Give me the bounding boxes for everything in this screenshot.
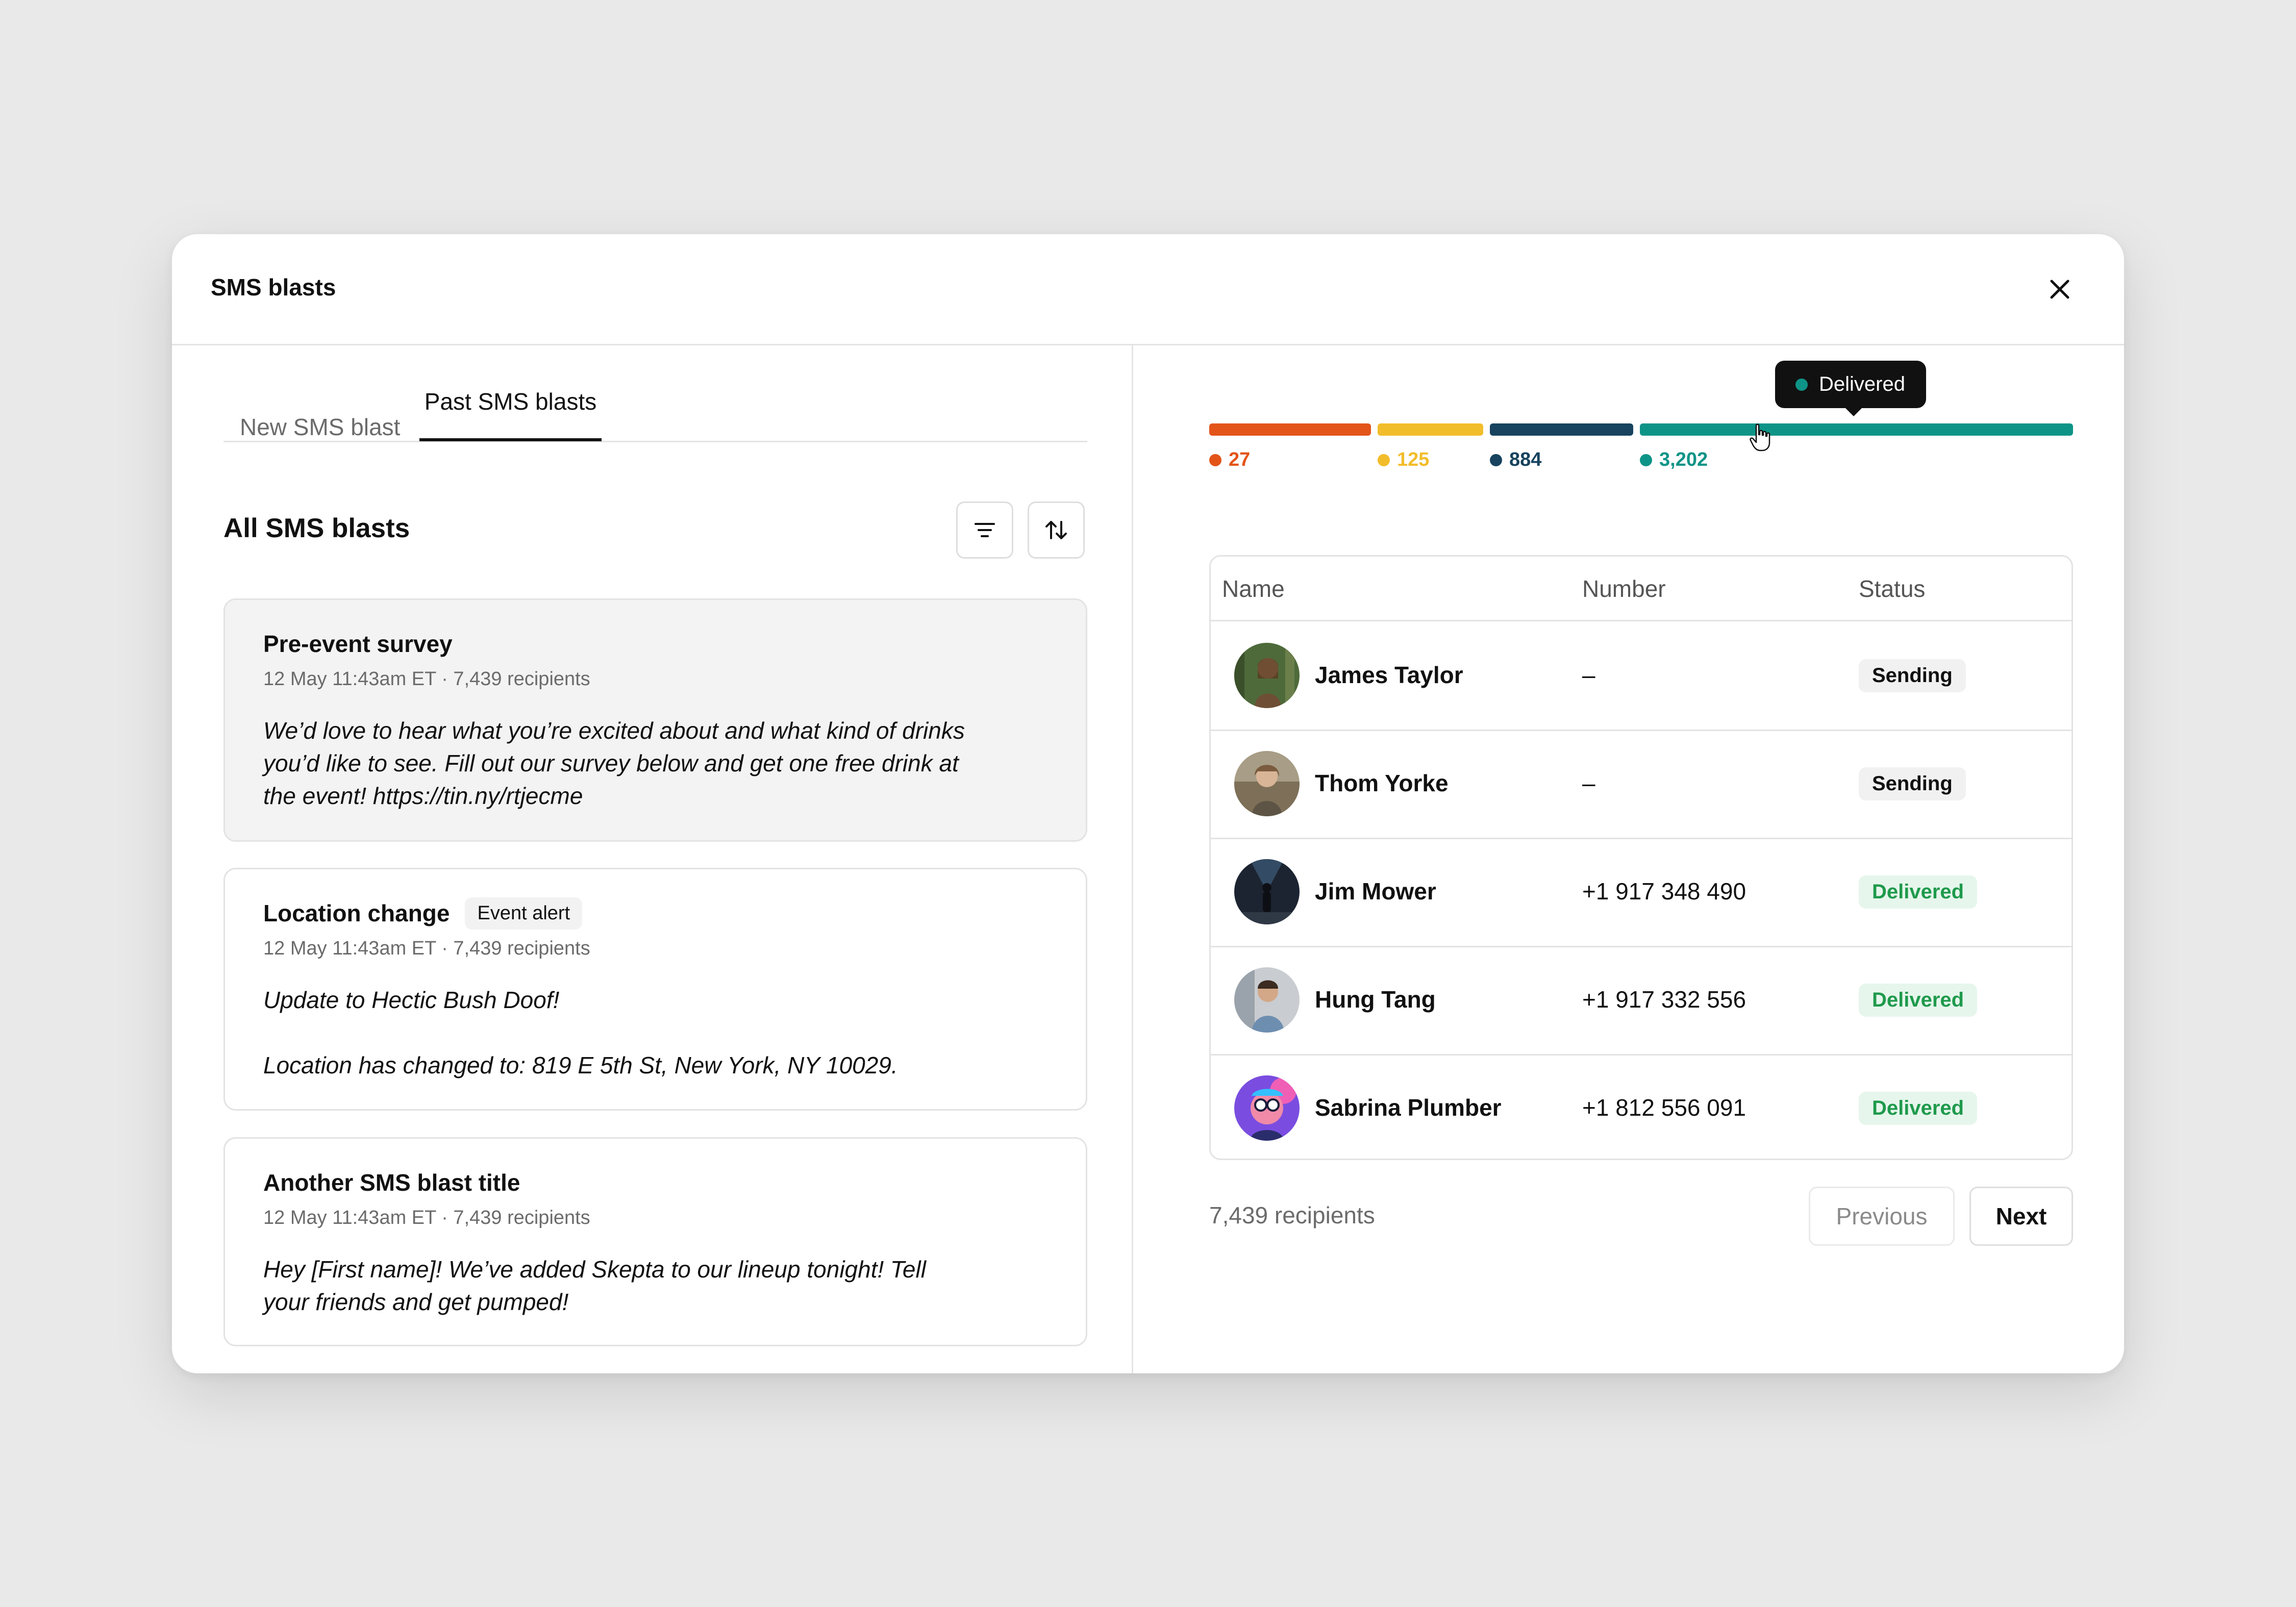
card-message: Hey [First name]! We’ve added Skepta to …	[263, 1253, 1047, 1318]
column-header-status[interactable]: Status	[1859, 575, 1925, 602]
panel-divider	[1132, 344, 1133, 1373]
tab-new-sms-blast[interactable]: New SMS blast	[240, 401, 403, 469]
recipient-name: Sabrina Plumber	[1315, 1094, 1502, 1121]
legend-item: 27	[1209, 449, 1250, 471]
modal-title: SMS blasts	[211, 274, 336, 300]
recipient-name: Hung Tang	[1315, 986, 1436, 1013]
sms-blast-card[interactable]: Pre-event survey 12 May 11:43am ET · 7,4…	[223, 598, 1087, 842]
tooltip-dot	[1795, 378, 1808, 391]
card-title-text: Another SMS blast title	[263, 1169, 520, 1196]
recipient-number: +1 917 332 556	[1582, 986, 1746, 1013]
status-badge: Delivered	[1859, 1092, 1978, 1125]
card-title: Location change Event alert	[263, 897, 1047, 930]
card-meta: 12 May 11:43am ET · 7,439 recipients	[263, 938, 590, 959]
recipient-name: Jim Mower	[1315, 878, 1436, 905]
legend-dot	[1490, 454, 1502, 466]
recipient-number: –	[1582, 770, 1595, 796]
card-message-line: We’d love to hear what you’re excited ab…	[263, 717, 965, 809]
tab-past-sms-blasts[interactable]: Past SMS blasts	[419, 390, 602, 441]
legend-dot	[1640, 454, 1652, 466]
bar-segment-failed[interactable]	[1209, 423, 1371, 436]
column-header-number[interactable]: Number	[1582, 575, 1666, 602]
recipient-number: +1 917 348 490	[1582, 878, 1746, 905]
avatar	[1234, 859, 1300, 924]
close-icon	[2050, 280, 2069, 299]
table-header: Name Number Status	[1211, 557, 2072, 621]
legend-value: 3,202	[1659, 449, 1708, 470]
previous-button[interactable]: Previous	[1809, 1187, 1955, 1246]
card-title-text: Pre-event survey	[263, 631, 453, 657]
bar-segment-sending[interactable]	[1490, 423, 1633, 436]
card-message: Update to Hectic Bush Doof! Location has…	[263, 984, 1047, 1082]
next-button[interactable]: Next	[1969, 1187, 2073, 1246]
sort-arrows-icon	[1045, 521, 1067, 539]
sms-blast-card[interactable]: Another SMS blast title 12 May 11:43am E…	[223, 1137, 1087, 1346]
card-meta: 12 May 11:43am ET · 7,439 recipients	[263, 668, 590, 690]
event-alert-badge: Event alert	[465, 897, 583, 930]
card-message-line: Hey [First name]! We’ve added Skepta to …	[263, 1256, 926, 1315]
recipient-name: Thom Yorke	[1315, 770, 1449, 796]
status-badge: Sending	[1859, 767, 1966, 800]
recipients-table: Name Number Status James Taylor – Sendin…	[1209, 555, 2073, 1160]
table-row[interactable]: Thom Yorke – Sending	[1211, 730, 2072, 839]
filter-button[interactable]	[956, 501, 1013, 559]
card-message-line: Update to Hectic Bush Doof!	[263, 987, 560, 1013]
table-row[interactable]: Hung Tang +1 917 332 556 Delivered	[1211, 946, 2072, 1056]
recipient-number: +1 812 556 091	[1582, 1094, 1746, 1121]
legend-item: 125	[1378, 449, 1429, 471]
recipient-number: –	[1582, 662, 1595, 688]
card-title: Pre-event survey	[263, 629, 1047, 659]
sort-button[interactable]	[1028, 501, 1085, 559]
avatar	[1234, 643, 1300, 708]
card-title: Another SMS blast title	[263, 1167, 1047, 1198]
status-badge: Delivered	[1859, 875, 1978, 909]
modal-header: SMS blasts	[172, 234, 2124, 345]
avatar	[1234, 967, 1300, 1033]
recipient-name: James Taylor	[1315, 662, 1463, 688]
legend-item: 3,202	[1640, 449, 1708, 471]
legend-dot	[1209, 454, 1221, 466]
column-header-name[interactable]: Name	[1222, 575, 1285, 602]
status-badge: Delivered	[1859, 984, 1978, 1017]
legend-item: 884	[1490, 449, 1541, 471]
filter-icon	[975, 523, 995, 537]
delivered-tooltip: Delivered	[1775, 361, 1926, 416]
card-meta: 12 May 11:43am ET · 7,439 recipients	[263, 1207, 590, 1228]
card-message-line: Location has changed to: 819 E 5th St, N…	[263, 1052, 898, 1078]
hand-pointer-cursor-icon	[1750, 423, 1770, 451]
sms-blast-card[interactable]: Location change Event alert 12 May 11:43…	[223, 868, 1087, 1111]
table-row[interactable]: Sabrina Plumber +1 812 556 091 Delivered	[1211, 1054, 2072, 1159]
card-message: We’d love to hear what you’re excited ab…	[263, 714, 1047, 812]
avatar	[1234, 1075, 1300, 1141]
table-row[interactable]: Jim Mower +1 917 348 490 Delivered	[1211, 838, 2072, 947]
card-title-text: Location change	[263, 900, 450, 926]
tooltip-label: Delivered	[1819, 373, 1905, 395]
section-title: All SMS blasts	[223, 513, 410, 543]
tooltip-arrow	[1844, 407, 1863, 416]
avatar	[1234, 751, 1300, 816]
legend-value: 125	[1397, 449, 1430, 470]
legend-value: 884	[1509, 449, 1542, 470]
close-button[interactable]	[2044, 274, 2075, 305]
legend-value: 27	[1229, 449, 1251, 470]
status-badge: Sending	[1859, 659, 1966, 692]
table-row[interactable]: James Taylor – Sending	[1211, 621, 2072, 731]
legend-dot	[1378, 454, 1390, 466]
bar-segment-pending[interactable]	[1378, 423, 1483, 436]
bar-segment-delivered[interactable]	[1640, 423, 2073, 436]
recipient-count: 7,439 recipients	[1209, 1202, 1375, 1228]
tab-bar: New SMS blast Past SMS blasts	[223, 372, 1087, 442]
